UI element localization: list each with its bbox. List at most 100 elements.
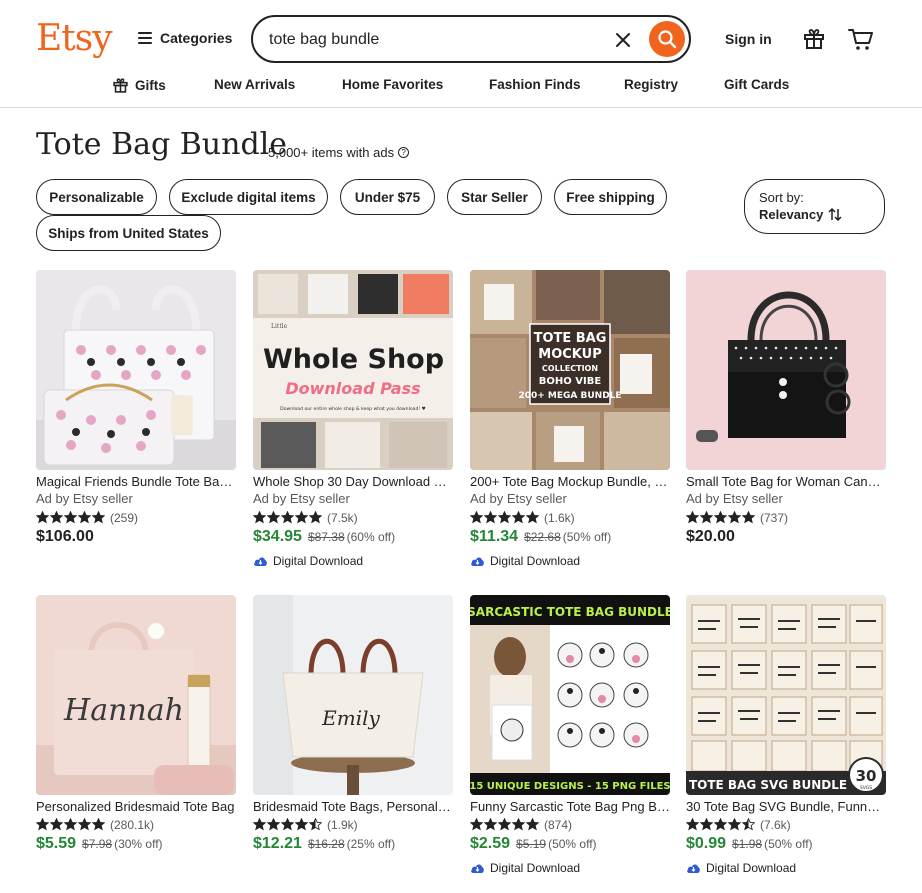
listing-card[interactable]: SARCASTIC TOTE BAG BUNDLE 15 UNIQUE DESI…: [470, 595, 670, 877]
star-icon: [78, 511, 91, 524]
review-count: (7.6k): [760, 817, 791, 832]
listing-image[interactable]: Emily: [253, 595, 453, 795]
star-rating: [686, 818, 755, 831]
menu-icon: [138, 32, 152, 44]
search-input[interactable]: [269, 28, 589, 52]
original-price: $5.19: [516, 837, 547, 851]
nav-home-favorites[interactable]: Home Favorites: [342, 77, 443, 92]
listing-title[interactable]: 30 Tote Bag SVG Bundle, Funny Quotes: [686, 798, 886, 815]
listing-image[interactable]: TOTE BAG SVG BUNDLE 30 SVGS: [686, 595, 886, 795]
page-title: Tote Bag Bundle: [36, 127, 288, 162]
filter-under-75[interactable]: Under $75: [340, 179, 435, 215]
filter-free-shipping[interactable]: Free shipping: [554, 179, 667, 215]
star-icon: [309, 511, 322, 524]
listing-card[interactable]: TOTE BAG SVG BUNDLE 30 SVGS 30 Tote Bag …: [686, 595, 886, 877]
listing-price: $5.59: [36, 835, 77, 852]
listing-image[interactable]: [686, 270, 886, 470]
category-nav: Gifts New Arrivals Home Favorites Fashio…: [0, 74, 922, 98]
listing-card[interactable]: TOTE BAG MOCKUP COLLECTION BOHO VIBE 200…: [470, 270, 670, 570]
listing-card[interactable]: Hannah Personalized Bridesmaid Tote Bag …: [36, 595, 236, 859]
digital-download-label: Digital Download: [273, 554, 364, 568]
star-rating: [470, 818, 539, 831]
listing-rating: (7.6k): [686, 815, 886, 834]
mockup-line-2: MOCKUP: [538, 347, 601, 362]
listing-image[interactable]: [36, 270, 236, 470]
personalized-name: Hannah: [63, 693, 184, 728]
listing-title[interactable]: Personalized Bridesmaid Tote Bag: [36, 798, 236, 815]
promo-headline: Whole Shop: [263, 344, 444, 375]
filter-ships-from-us[interactable]: Ships from United States: [36, 215, 221, 251]
listing-price: $20.00: [686, 528, 735, 545]
digital-download-label: Digital Download: [490, 861, 581, 875]
listing-card[interactable]: Magical Friends Bundle Tote Bag Set Ad b…: [36, 270, 236, 552]
sign-in-link[interactable]: Sign in: [725, 31, 772, 47]
price-row: $20.00: [686, 528, 886, 552]
star-icon: [470, 818, 483, 831]
help-icon[interactable]: ?: [398, 147, 410, 158]
review-count: (7.5k): [327, 510, 358, 525]
cloud-download-icon: [471, 864, 484, 873]
listing-title[interactable]: Bridesmaid Tote Bags, Personalized: [253, 798, 453, 815]
search-button[interactable]: [649, 21, 685, 57]
cart-icon[interactable]: [848, 27, 874, 51]
listing-title[interactable]: 200+ Tote Bag Mockup Bundle, Boho Vibe: [470, 473, 670, 490]
cloud-download-icon: [254, 557, 267, 566]
listing-price: $2.59: [470, 835, 511, 852]
listing-card[interactable]: Small Tote Bag for Woman Canvas Ad by Et…: [686, 270, 886, 552]
svg-bundle-headline: TOTE BAG SVG BUNDLE: [689, 778, 847, 792]
filter-star-seller[interactable]: Star Seller: [447, 179, 542, 215]
price-row: $106.00: [36, 528, 236, 552]
ad-label: Ad by Etsy seller: [36, 491, 133, 506]
filter-personalizable[interactable]: Personalizable: [36, 179, 157, 215]
promo-caption: Download our entire whole shop & keep wh…: [280, 406, 426, 412]
cloud-download-icon: [471, 557, 484, 566]
nav-gift-cards[interactable]: Gift Cards: [724, 77, 789, 92]
filter-exclude-digital[interactable]: Exclude digital items: [169, 179, 328, 215]
sort-value: Relevancy: [759, 207, 842, 222]
listing-image[interactable]: TOTE BAG MOCKUP COLLECTION BOHO VIBE 200…: [470, 270, 670, 470]
listing-title[interactable]: Magical Friends Bundle Tote Bag Set: [36, 473, 236, 490]
star-icon: [700, 511, 713, 524]
star-icon: [309, 818, 322, 831]
listing-title[interactable]: Funny Sarcastic Tote Bag Png Bundle: [470, 798, 670, 815]
ad-label: Ad by Etsy seller: [253, 491, 350, 506]
listing-image[interactable]: Hannah: [36, 595, 236, 795]
listing-rating: (259): [36, 508, 236, 527]
star-icon: [50, 511, 63, 524]
bundle-subheadline: 15 UNIQUE DESIGNS - 15 PNG FILES: [470, 781, 670, 792]
listing-card[interactable]: Emily Bridesmaid Tote Bags, Personalized…: [253, 595, 453, 859]
site-header: Etsy Categories Sign in: [0, 0, 922, 108]
star-rating: [253, 818, 322, 831]
categories-button[interactable]: Categories: [138, 30, 232, 46]
listing-image[interactable]: Little Whole Shop Download Pass Download…: [253, 270, 453, 470]
star-icon: [526, 818, 539, 831]
listing-title[interactable]: Whole Shop 30 Day Download Pass: [253, 473, 453, 490]
bundle-headline: SARCASTIC TOTE BAG BUNDLE: [470, 605, 670, 619]
listing-price: $11.34: [470, 528, 519, 545]
digital-download-badge: Digital Download: [470, 859, 670, 877]
etsy-logo[interactable]: Etsy: [36, 18, 113, 59]
star-icon: [728, 818, 741, 831]
star-icon: [267, 511, 280, 524]
listing-price: $0.99: [686, 835, 727, 852]
listing-rating: (874): [470, 815, 670, 834]
listing-card[interactable]: Little Whole Shop Download Pass Download…: [253, 270, 453, 570]
sort-value-text: Relevancy: [759, 207, 824, 222]
star-icon: [281, 511, 294, 524]
sort-dropdown[interactable]: Sort by: Relevancy: [744, 179, 885, 234]
listing-image[interactable]: SARCASTIC TOTE BAG BUNDLE 15 UNIQUE DESI…: [470, 595, 670, 795]
nav-fashion-finds[interactable]: Fashion Finds: [489, 77, 581, 92]
star-rating: [253, 511, 322, 524]
results-count: 5,000+ items with ads ?: [268, 145, 410, 160]
nav-gifts[interactable]: Gifts: [112, 77, 166, 94]
svg-count-badge: 30: [856, 767, 877, 785]
price-row: $12.21 $16.28 (25% off): [253, 835, 453, 859]
clear-search-icon[interactable]: [613, 30, 633, 50]
nav-new-arrivals[interactable]: New Arrivals: [214, 77, 295, 92]
gift-icon[interactable]: [802, 27, 826, 51]
nav-registry[interactable]: Registry: [624, 77, 678, 92]
listing-title[interactable]: Small Tote Bag for Woman Canvas: [686, 473, 886, 490]
nav-gifts-label: Gifts: [135, 78, 166, 93]
ad-label: Ad by Etsy seller: [470, 491, 567, 506]
digital-download-label: Digital Download: [490, 554, 581, 568]
